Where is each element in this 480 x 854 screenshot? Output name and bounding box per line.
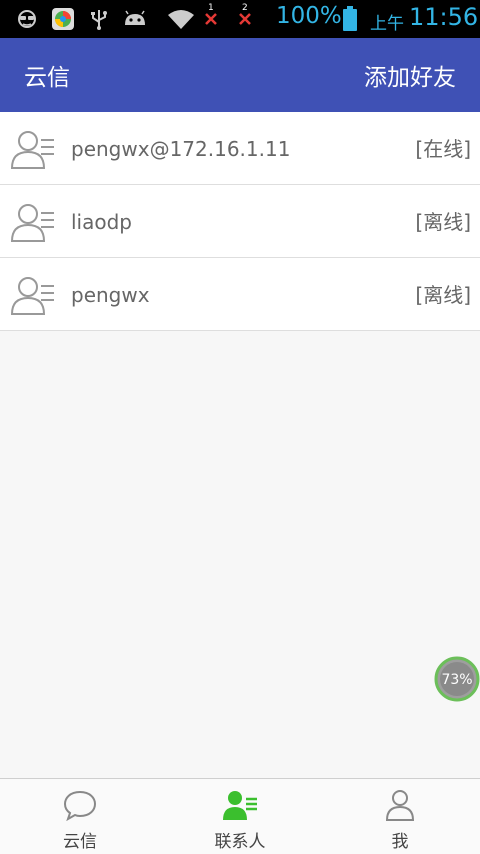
status-bar: 1 2 100% 上午 11:56	[0, 0, 480, 38]
add-friend-button[interactable]: 添加好友	[364, 38, 456, 118]
android-debug-icon	[121, 6, 149, 32]
sim2-label: 2	[242, 3, 248, 13]
contact-name: pengwx	[71, 283, 150, 307]
badge-label: 73%	[441, 672, 472, 688]
contact-avatar-icon	[10, 130, 56, 170]
browser-app-icon	[50, 6, 76, 32]
contact-row[interactable]: pengwx@172.16.1.11 [在线]	[0, 112, 480, 185]
contact-avatar-icon	[10, 203, 56, 243]
contact-name: liaodp	[71, 210, 132, 234]
tab-me[interactable]: 我	[320, 779, 480, 854]
sim1-label: 1	[208, 3, 214, 13]
contact-status: [在线]	[415, 137, 471, 161]
person-icon	[382, 789, 418, 821]
tab-label: 联系人	[214, 832, 266, 852]
usb-icon	[88, 6, 110, 32]
contacts-icon	[222, 789, 258, 821]
incognito-icon	[14, 6, 40, 32]
contact-row[interactable]: pengwx [离线]	[0, 258, 480, 331]
contact-status: [离线]	[415, 210, 471, 234]
wifi-icon	[165, 6, 197, 32]
am-pm-label: 上午	[370, 14, 404, 34]
tab-messages[interactable]: 云信	[0, 779, 160, 854]
contact-avatar-icon	[10, 276, 56, 316]
contact-row[interactable]: liaodp [离线]	[0, 185, 480, 258]
tab-label: 我	[391, 832, 409, 852]
contact-list: pengwx@172.16.1.11 [在线] liaodp [离线] peng…	[0, 112, 480, 331]
contact-status: [离线]	[415, 283, 471, 307]
tab-label: 云信	[63, 832, 97, 852]
battery-icon	[340, 6, 360, 32]
battery-percent: 100%	[276, 3, 342, 29]
app-bar: 云信 添加好友	[0, 38, 480, 112]
bottom-nav: 云信 联系人 我	[0, 778, 480, 854]
clock-time: 11:56	[409, 3, 479, 31]
app-title: 云信	[24, 65, 70, 91]
tab-contacts[interactable]: 联系人	[160, 779, 320, 854]
chat-bubble-icon	[62, 789, 98, 822]
contact-name: pengwx@172.16.1.11	[71, 137, 291, 161]
floating-memory-badge[interactable]: 73%	[434, 656, 480, 702]
